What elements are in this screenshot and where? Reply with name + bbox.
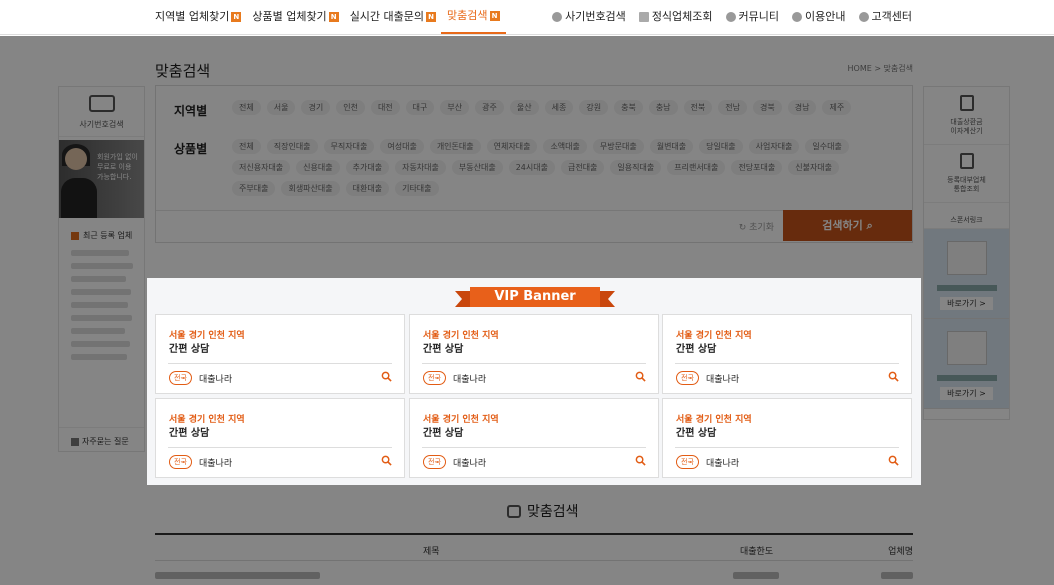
main-menu: 지역별 업체찾기 N 상품별 업체찾기 N 실시간 대출문의 N 맞춤검색 N <box>155 0 517 34</box>
search-icon[interactable] <box>888 371 899 382</box>
utility-item-2[interactable]: 커뮤니티 <box>725 0 780 34</box>
nationwide-badge: 전국 <box>169 371 192 385</box>
company-name: 대출나라 <box>453 459 487 469</box>
utility-item-3[interactable]: 이용안내 <box>792 0 846 34</box>
nationwide-badge: 전국 <box>423 455 446 469</box>
user-icon <box>858 12 869 22</box>
utility-item-0[interactable]: 사기번호검색 <box>552 0 626 34</box>
utility-item-label: 정식업체조회 <box>651 10 713 23</box>
new-badge: N <box>328 12 339 22</box>
company-name: 대출나라 <box>706 375 740 385</box>
search-icon[interactable] <box>381 371 392 382</box>
vip-card[interactable]: 서울 경기 인천 지역 간편 상담 전국 대출나라 <box>155 398 405 478</box>
card-subtitle: 간편 상담 <box>676 428 717 439</box>
card-subtitle: 간편 상담 <box>423 428 464 439</box>
nav-item-label: 지역별 업체찾기 <box>155 10 230 23</box>
top-navigation: 지역별 업체찾기 N 상품별 업체찾기 N 실시간 대출문의 N 맞춤검색 N 사기번호검색 정… <box>0 0 1054 35</box>
utility-item-label: 고객센터 <box>871 10 912 23</box>
card-divider <box>422 363 646 364</box>
vip-card[interactable]: 서울 경기 인천 지역 간편 상담 전국 대출나라 <box>409 398 659 478</box>
search-icon[interactable] <box>635 371 646 382</box>
company-name: 대출나라 <box>453 375 487 385</box>
nav-item-3[interactable]: 맞춤검색 N <box>441 0 506 34</box>
nav-item-label: 상품별 업체찾기 <box>252 10 327 23</box>
card-subtitle: 간편 상담 <box>676 344 717 355</box>
new-badge: N <box>489 11 500 21</box>
nationwide-badge: 전국 <box>169 455 192 469</box>
nav-item-label: 맞춤검색 <box>447 9 488 22</box>
nationwide-badge: 전국 <box>676 455 699 469</box>
card-divider <box>675 447 899 448</box>
search-icon[interactable] <box>381 455 392 466</box>
card-subtitle: 간편 상담 <box>423 344 464 355</box>
utility-item-4[interactable]: 고객센터 <box>858 0 912 34</box>
utility-item-1[interactable]: 정식업체조회 <box>638 0 713 34</box>
company-name: 대출나라 <box>706 459 740 469</box>
card-divider <box>675 363 899 364</box>
vip-card[interactable]: 서울 경기 인천 지역 간편 상담 전국 대출나라 <box>662 398 912 478</box>
document-icon <box>638 12 649 22</box>
vip-banner-popup: VIP Banner 서울 경기 인천 지역 간편 상담 전국 대출나라 서울 경기 인… <box>147 278 921 485</box>
check-icon <box>792 12 803 22</box>
nav-item-0[interactable]: 지역별 업체찾기 N <box>155 0 242 34</box>
utility-item-label: 사기번호검색 <box>565 10 626 23</box>
search-icon <box>552 12 563 22</box>
nationwide-badge: 전국 <box>676 371 699 385</box>
utility-item-label: 이용안내 <box>805 10 846 23</box>
card-divider <box>168 363 392 364</box>
card-subtitle: 간편 상담 <box>169 428 210 439</box>
utility-menu: 사기번호검색 정식업체조회 커뮤니티 이용안내 고객센터 <box>539 0 912 34</box>
search-icon[interactable] <box>888 455 899 466</box>
card-divider <box>422 447 646 448</box>
card-divider <box>168 447 392 448</box>
vip-card[interactable]: 서울 경기 인천 지역 간편 상담 전국 대출나라 <box>662 314 912 394</box>
vip-card[interactable]: 서울 경기 인천 지역 간편 상담 전국 대출나라 <box>155 314 405 394</box>
utility-item-label: 커뮤니티 <box>738 10 780 23</box>
vip-ribbon: VIP Banner <box>455 287 615 307</box>
vip-banner-title: VIP Banner <box>470 287 600 307</box>
nav-item-1[interactable]: 상품별 업체찾기 N <box>252 0 339 34</box>
chat-icon <box>725 12 736 22</box>
new-badge: N <box>426 12 437 22</box>
new-badge: N <box>231 12 242 22</box>
company-name: 대출나라 <box>199 375 233 385</box>
vip-card[interactable]: 서울 경기 인천 지역 간편 상담 전국 대출나라 <box>409 314 659 394</box>
search-icon[interactable] <box>635 455 646 466</box>
nav-item-label: 실시간 대출문의 <box>349 10 425 23</box>
nationwide-badge: 전국 <box>423 371 446 385</box>
card-subtitle: 간편 상담 <box>169 344 210 355</box>
company-name: 대출나라 <box>199 459 233 469</box>
nav-item-2[interactable]: 실시간 대출문의 N <box>349 0 437 34</box>
